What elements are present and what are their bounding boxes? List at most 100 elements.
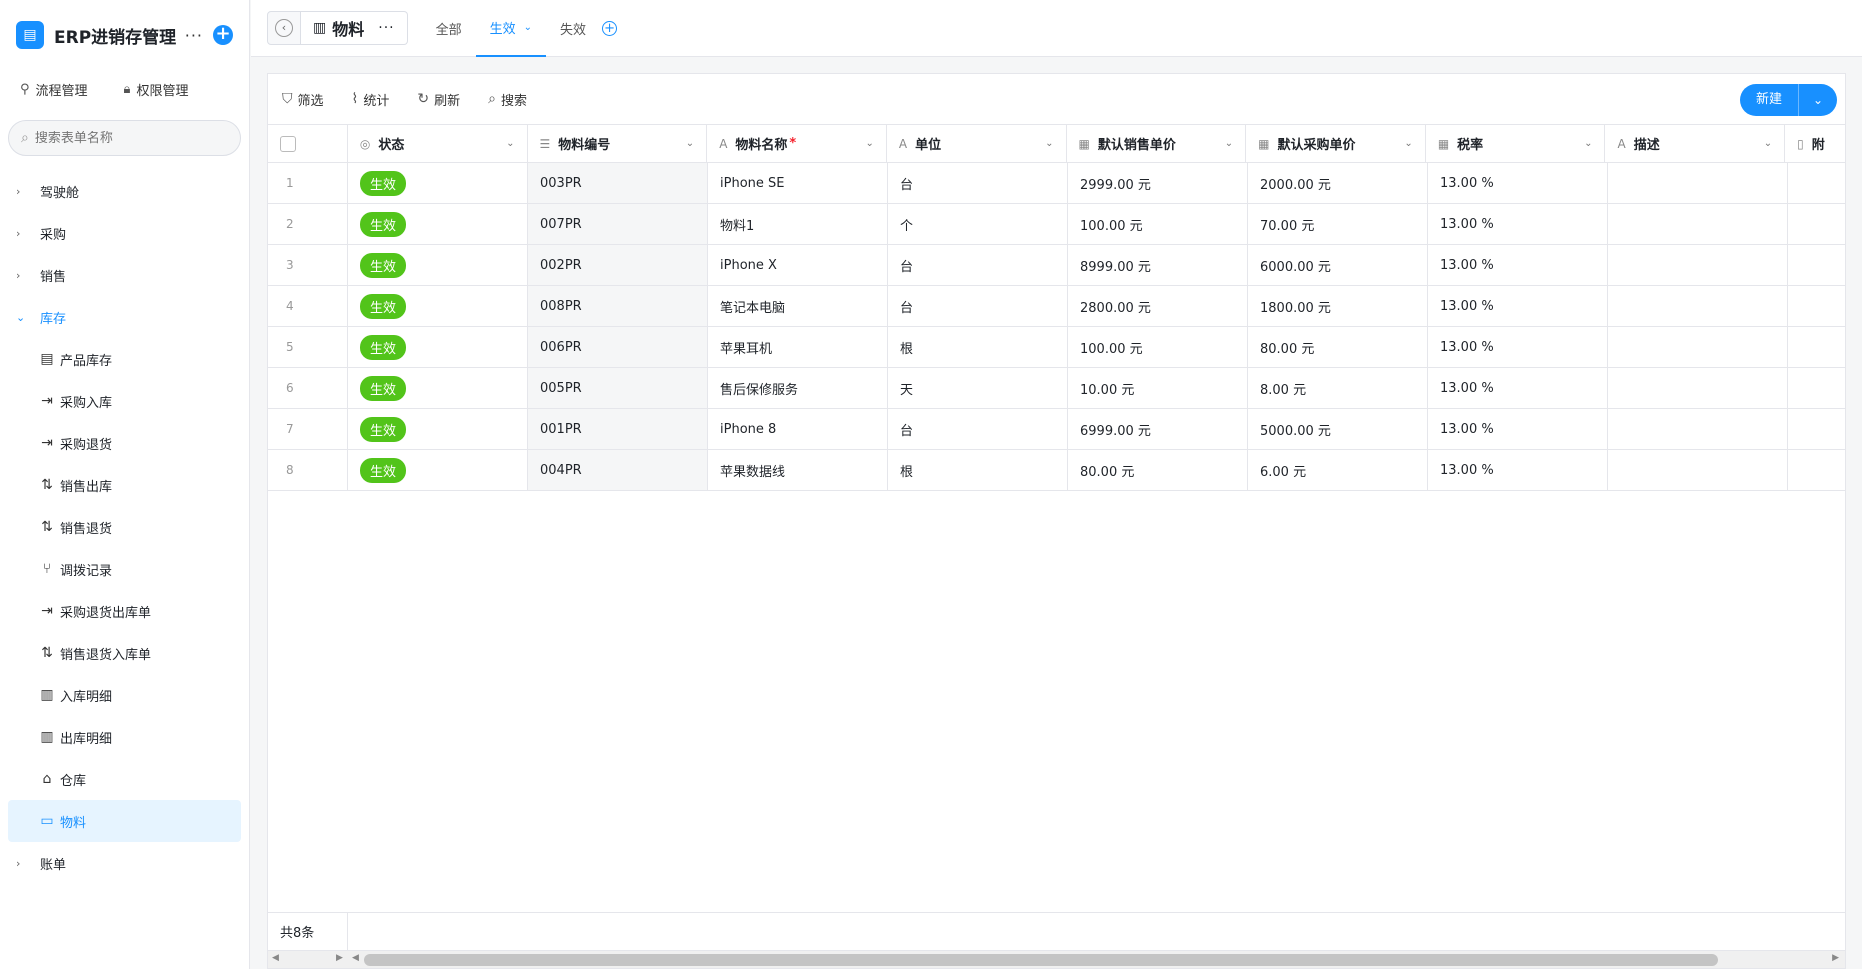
table-cell[interactable]: 生效 — [348, 409, 528, 449]
nav-item-material[interactable]: ▭ 物料 — [8, 800, 241, 842]
table-cell[interactable]: 13.00 % — [1428, 327, 1608, 367]
table-cell[interactable]: 生效 — [348, 450, 528, 490]
table-cell[interactable] — [1608, 450, 1788, 490]
table-cell[interactable] — [1608, 286, 1788, 326]
form-search[interactable]: ⌕ — [8, 120, 241, 156]
table-cell[interactable]: 1800.00 元 — [1248, 286, 1428, 326]
table-cell[interactable]: iPhone X — [708, 245, 888, 285]
table-row[interactable]: 5 生效 006PR 苹果耳机根 100.00 元 80.00 元 13.00 % — [268, 327, 1845, 368]
chevron-down-icon[interactable]: ⌄ — [524, 22, 532, 33]
table-cell[interactable]: 生效 — [348, 368, 528, 408]
table-cell[interactable]: iPhone 8 — [708, 409, 888, 449]
nav-item-purchase-return-out[interactable]: ⇥ 采购退货出库单 — [8, 590, 241, 632]
chevron-down-icon[interactable]: ⌄ — [686, 138, 694, 149]
table-cell[interactable]: 003PR — [528, 163, 708, 203]
nav-item-transfer[interactable]: ⑂ 调拨记录 — [8, 548, 241, 590]
table-cell[interactable] — [1608, 368, 1788, 408]
table-cell[interactable]: 6.00 元 — [1248, 450, 1428, 490]
scroll-right-icon[interactable]: ▶ — [1832, 953, 1839, 963]
col-header-attachment[interactable]: ▯ 附 — [1785, 125, 1845, 162]
table-row[interactable]: 3 生效 002PR iPhone X 台 8999.00 元 6000.00 元 13.00… — [268, 245, 1845, 286]
chevron-down-icon[interactable]: ⌄ — [1799, 84, 1837, 116]
table-row[interactable]: 4 生效 008PR 笔记本电脑台 2800.00 元 1800.00 元 13.00 % — [268, 286, 1845, 327]
nav-group-cockpit[interactable]: › 驾驶舱 — [0, 170, 249, 212]
tab-active[interactable]: 生效 ⌄ — [475, 0, 547, 57]
table-cell[interactable]: 笔记本电脑 — [708, 286, 888, 326]
page-more-icon[interactable]: ··· — [378, 20, 394, 36]
search-button[interactable]: ⌕ 搜索 — [488, 90, 527, 109]
table-cell[interactable]: iPhone SE — [708, 163, 888, 203]
scroll-left-icon[interactable]: ◀ — [272, 953, 279, 963]
scroll-right-icon[interactable]: ▶ — [336, 953, 343, 963]
scroll-left-icon[interactable]: ◀ — [352, 953, 359, 963]
col-header-sale-price[interactable]: ▦ 默认销售单价 ⌄ — [1067, 125, 1247, 162]
table-cell[interactable]: 005PR — [528, 368, 708, 408]
table-cell[interactable]: 生效 — [348, 245, 528, 285]
table-row[interactable]: 2 生效 007PR 物料1 个 100.00 元 70.00 元 13.00 % — [268, 204, 1845, 245]
table-cell[interactable]: 13.00 % — [1428, 368, 1608, 408]
chevron-down-icon[interactable]: ⌄ — [1404, 138, 1412, 149]
table-cell[interactable]: 8999.00 元 — [1068, 245, 1248, 285]
scroll-thumb[interactable] — [364, 954, 1718, 966]
table-cell[interactable] — [1608, 327, 1788, 367]
table-cell[interactable] — [1608, 245, 1788, 285]
refresh-button[interactable]: ↻ 刷新 — [417, 90, 460, 109]
table-cell[interactable]: 售后保修服务 — [708, 368, 888, 408]
table-cell[interactable]: 台 — [888, 286, 1068, 326]
table-cell[interactable]: 10.00 元 — [1068, 368, 1248, 408]
table-cell[interactable]: 苹果数据线 — [708, 450, 888, 490]
table-cell[interactable]: 台 — [888, 163, 1068, 203]
chevron-down-icon[interactable]: ⌄ — [1584, 138, 1592, 149]
table-cell[interactable]: 13.00 % — [1428, 286, 1608, 326]
nav-group-bills[interactable]: › 账单 — [0, 842, 249, 884]
table-row[interactable]: 1 生效 003PR iPhone SE 台 2999.00 元 2000.00 元 13.0… — [268, 163, 1845, 204]
nav-group-sales[interactable]: › 销售 — [0, 254, 249, 296]
table-cell[interactable]: 007PR — [528, 204, 708, 244]
col-header-code[interactable]: ☰ 物料编号 ⌄ — [528, 125, 708, 162]
col-header-tax[interactable]: ▦ 税率 ⌄ — [1426, 125, 1606, 162]
nav-item-product-stock[interactable]: ▤ 产品库存 — [8, 338, 241, 380]
table-cell[interactable]: 台 — [888, 409, 1068, 449]
app-add-icon[interactable]: + — [213, 25, 233, 45]
table-cell[interactable]: 13.00 % — [1428, 409, 1608, 449]
table-row[interactable]: 8 生效 004PR 苹果数据线根 80.00 元 6.00 元 13.00 % — [268, 450, 1845, 491]
table-cell[interactable]: 13.00 % — [1428, 450, 1608, 490]
table-cell[interactable]: 台 — [888, 245, 1068, 285]
app-more-icon[interactable]: ··· — [185, 26, 203, 45]
table-cell[interactable]: 2000.00 元 — [1248, 163, 1428, 203]
table-cell[interactable]: 004PR — [528, 450, 708, 490]
table-cell[interactable]: 生效 — [348, 163, 528, 203]
nav-item-in-detail[interactable]: ▥ 入库明细 — [8, 674, 241, 716]
add-view-icon[interactable]: + — [602, 20, 618, 36]
table-cell[interactable]: 生效 — [348, 286, 528, 326]
table-cell[interactable]: 根 — [888, 327, 1068, 367]
tab-all[interactable]: 全部 — [422, 0, 476, 57]
table-cell[interactable]: 物料1 — [708, 204, 888, 244]
chevron-down-icon[interactable]: ⌄ — [865, 138, 873, 149]
table-cell[interactable]: 002PR — [528, 245, 708, 285]
table-cell[interactable] — [1608, 409, 1788, 449]
nav-item-purchase-in[interactable]: ⇥ 采购入库 — [8, 380, 241, 422]
workflow-link[interactable]: ⚲ 流程管理 — [20, 80, 88, 99]
table-cell[interactable]: 80.00 元 — [1248, 327, 1428, 367]
chevron-down-icon[interactable]: ⌄ — [1225, 138, 1233, 149]
form-search-input[interactable] — [34, 130, 195, 146]
nav-item-warehouse[interactable]: ⌂ 仓库 — [8, 758, 241, 800]
chevron-down-icon[interactable]: ⌄ — [1764, 138, 1772, 149]
table-cell[interactable]: 100.00 元 — [1068, 204, 1248, 244]
table-cell[interactable]: 006PR — [528, 327, 708, 367]
nav-item-out-detail[interactable]: ▥ 出库明细 — [8, 716, 241, 758]
col-header-desc[interactable]: A 描述 ⌄ — [1605, 125, 1786, 162]
table-cell[interactable]: 80.00 元 — [1068, 450, 1248, 490]
chevron-down-icon[interactable]: ⌄ — [506, 138, 514, 149]
table-row[interactable]: 7 生效 001PR iPhone 8 台 6999.00 元 5000.00 元 13.00… — [268, 409, 1845, 450]
table-cell[interactable]: 天 — [888, 368, 1068, 408]
filter-button[interactable]: ⛉ 筛选 — [282, 90, 324, 109]
table-row[interactable]: 6 生效 005PR 售后保修服务天 10.00 元 8.00 元 13.00 % — [268, 368, 1845, 409]
nav-item-sales-return[interactable]: ⇅ 销售退货 — [8, 506, 241, 548]
table-cell[interactable]: 个 — [888, 204, 1068, 244]
new-button[interactable]: 新建 — [1740, 84, 1799, 116]
table-cell[interactable]: 13.00 % — [1428, 163, 1608, 203]
table-cell[interactable]: 6999.00 元 — [1068, 409, 1248, 449]
table-cell[interactable]: 8.00 元 — [1248, 368, 1428, 408]
